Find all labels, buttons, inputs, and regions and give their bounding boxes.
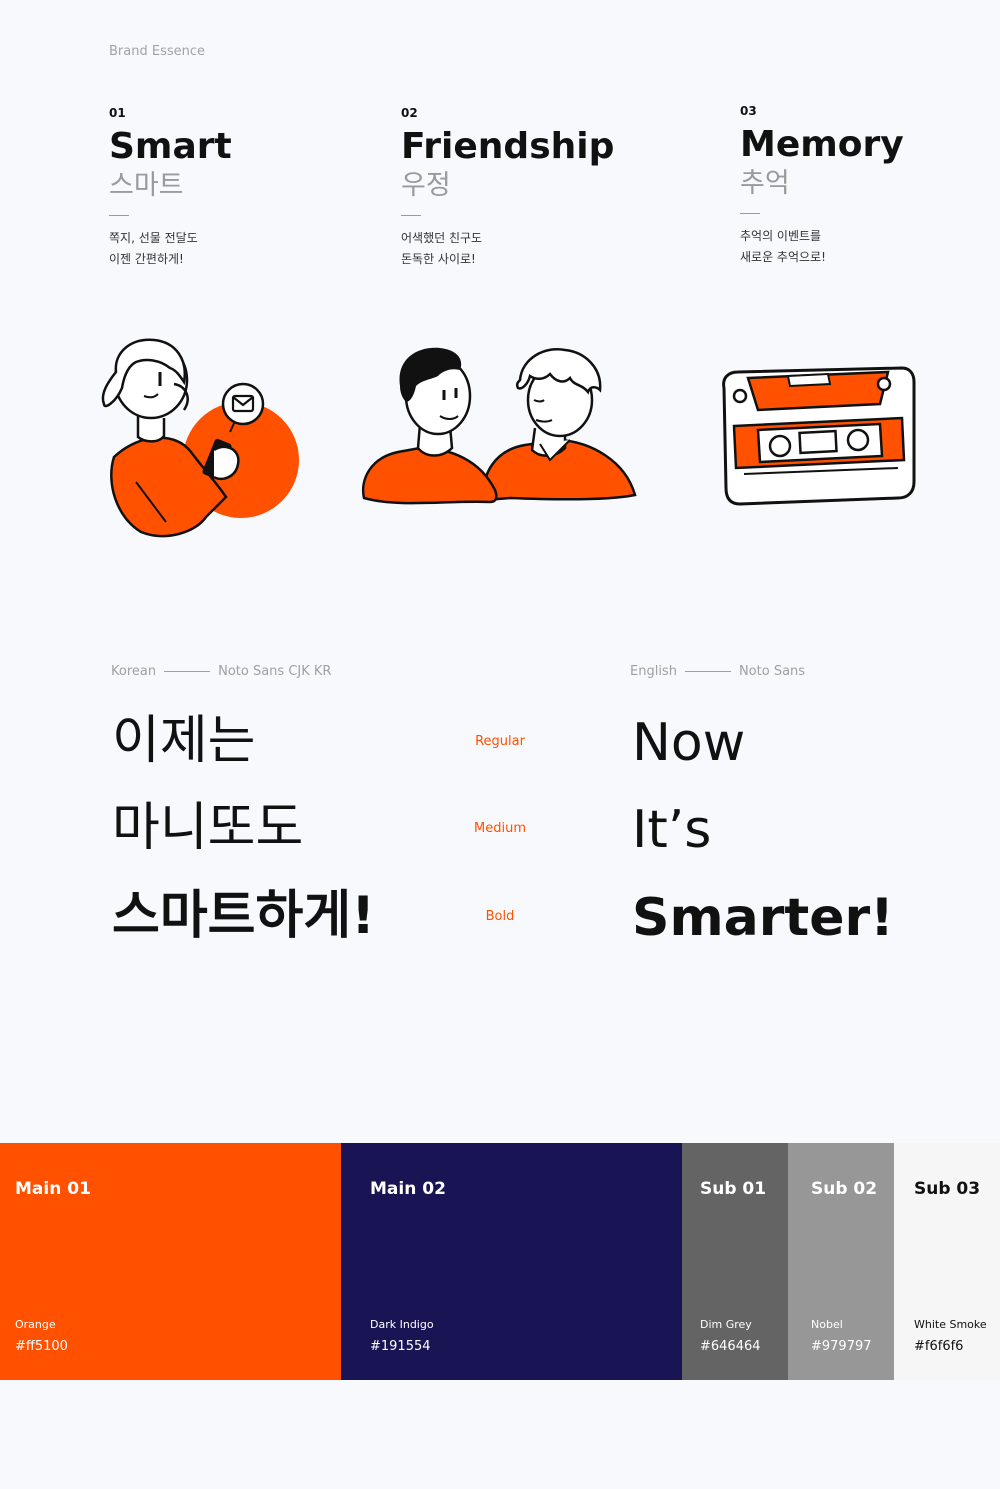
header-line: [684, 671, 731, 672]
english-font-name: Noto Sans: [738, 664, 806, 679]
essence-title-en: Friendship: [401, 126, 615, 167]
essence-friendship: 02 Friendship 우정 어색했던 친구도 돈독한 사이로!: [401, 106, 661, 270]
essence-description: 추억의 이벤트를 새로운 추억으로!: [740, 229, 826, 264]
korean-label: Korean: [111, 664, 157, 679]
cassette-tape-illustration: [722, 366, 916, 506]
swatch-title: Main 01: [15, 1179, 91, 1199]
swatch-color-name: Nobel: [811, 1318, 843, 1331]
english-sample-medium: It’s: [632, 800, 712, 860]
swatch-hex: #979797: [811, 1339, 872, 1354]
two-friends-illustration: [361, 347, 637, 505]
english-sample-bold: Smarter!: [632, 888, 894, 948]
essence-memory: 03 Memory 추억 추억의 이벤트를 새로운 추억으로!: [740, 104, 1000, 268]
korean-sample-bold: 스마트하게!: [112, 886, 375, 946]
essence-number: 02: [401, 106, 418, 120]
korean-sample-regular: 이제는: [112, 711, 256, 771]
color-palette: Main 01 Orange #ff5100 Main 02 Dark Indi…: [0, 1143, 1000, 1380]
woman-with-phone-illustration: [101, 338, 299, 538]
essence-title-ko: 추억: [740, 168, 790, 199]
swatch-main-02: Main 02 Dark Indigo #191554: [341, 1143, 682, 1380]
swatch-color-name: Orange: [15, 1318, 56, 1331]
essence-number: 03: [740, 104, 757, 118]
swatch-main-01: Main 01 Orange #ff5100: [0, 1143, 341, 1380]
korean-sample-medium: 마니또도: [112, 798, 304, 858]
english-label: English: [630, 664, 677, 679]
swatch-sub-03: Sub 03 White Smoke #f6f6f6: [894, 1143, 1000, 1380]
swatch-title: Sub 02: [811, 1179, 878, 1199]
essence-smart: 01 Smart 스마트 쪽지, 선물 전달도 이젠 간편하게!: [109, 106, 369, 270]
essence-description: 쪽지, 선물 전달도 이젠 간편하게!: [109, 231, 198, 266]
essence-title-ko: 우정: [401, 170, 451, 201]
header-line: [164, 671, 211, 672]
essence-divider: [740, 213, 760, 214]
swatch-sub-02: Sub 02 Nobel #979797: [788, 1143, 894, 1380]
essence-divider: [109, 215, 129, 216]
section-label: Brand Essence: [109, 44, 205, 59]
weight-label-regular: Regular: [475, 734, 525, 749]
english-font-header: English Noto Sans: [630, 664, 805, 679]
korean-font-header: Korean Noto Sans CJK KR: [111, 664, 331, 679]
essence-description: 어색했던 친구도 돈독한 사이로!: [401, 231, 483, 266]
swatch-color-name: Dark Indigo: [370, 1318, 434, 1331]
weight-label-bold: Bold: [485, 909, 515, 924]
korean-font-name: Noto Sans CJK KR: [218, 664, 332, 679]
english-sample-regular: Now: [632, 713, 746, 773]
essence-title-en: Memory: [740, 124, 904, 165]
swatch-sub-01: Sub 01 Dim Grey #646464: [682, 1143, 788, 1380]
swatch-title: Main 02: [370, 1179, 446, 1199]
swatch-color-name: White Smoke: [914, 1318, 987, 1331]
essence-number: 01: [109, 106, 126, 120]
weight-label-medium: Medium: [474, 821, 526, 836]
swatch-color-name: Dim Grey: [700, 1318, 752, 1331]
swatch-hex: #ff5100: [15, 1339, 68, 1354]
swatch-title: Sub 01: [700, 1179, 767, 1199]
essence-title-ko: 스마트: [109, 170, 184, 201]
essence-title-en: Smart: [109, 126, 232, 167]
swatch-title: Sub 03: [914, 1179, 981, 1199]
swatch-hex: #f6f6f6: [914, 1339, 964, 1354]
essence-divider: [401, 215, 421, 216]
swatch-hex: #646464: [700, 1339, 761, 1354]
swatch-hex: #191554: [370, 1339, 431, 1354]
